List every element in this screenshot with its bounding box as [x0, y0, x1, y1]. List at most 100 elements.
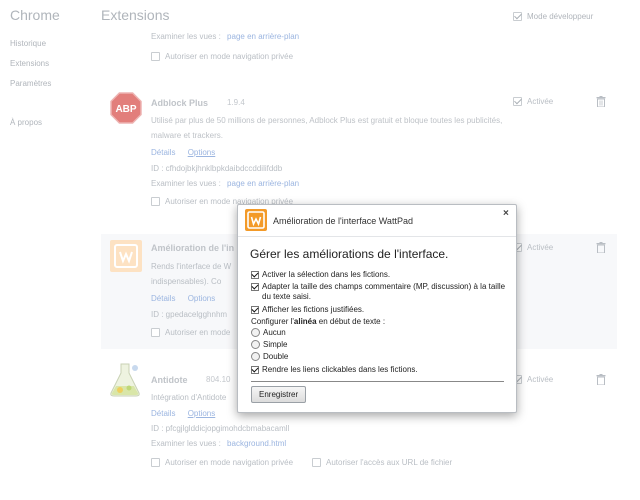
- adblock-logo-text: ABP: [115, 104, 136, 115]
- antidote-file-urls-row[interactable]: Autoriser l'accès aux URL de fichier: [312, 458, 452, 467]
- option-resize-checkbox[interactable]: [251, 283, 259, 291]
- option-label: Activer la sélection dans les fictions.: [262, 270, 391, 279]
- developer-mode-label: Mode développeur: [527, 12, 594, 21]
- wattpad-links: Détails Options: [151, 294, 215, 303]
- wattpad-incognito-checkbox[interactable]: [151, 328, 160, 337]
- radio-double-button[interactable]: [251, 352, 260, 361]
- developer-mode-toggle[interactable]: Mode développeur: [513, 12, 593, 21]
- incognito-label: Autoriser en mode navigation privée: [165, 52, 294, 61]
- wattpad-options-link[interactable]: Options: [188, 294, 216, 303]
- views-label: Examiner les vues :: [151, 32, 221, 41]
- incognito-label: Autoriser en mode: [165, 328, 231, 337]
- wattpad-w-icon: [114, 244, 138, 268]
- enabled-label: Activée: [527, 243, 554, 252]
- adblock-incognito-checkbox[interactable]: [151, 197, 160, 206]
- wattpad-w-icon: [247, 211, 265, 229]
- adblock-background-page-link[interactable]: page en arrière-plan: [227, 179, 299, 188]
- indent-label-bold: alinéa: [293, 317, 317, 326]
- antidote-options-link[interactable]: Options: [188, 409, 216, 418]
- antidote-incognito-checkbox[interactable]: [151, 458, 160, 467]
- adblock-views-row: Examiner les vues : page en arrière-plan: [151, 179, 299, 188]
- radio-label: Simple: [263, 340, 288, 349]
- background-page-link[interactable]: page en arrière-plan: [227, 32, 299, 41]
- page-title: Extensions: [101, 7, 170, 23]
- adblock-options-link[interactable]: Options: [188, 148, 216, 157]
- antidote-version: 804.10: [206, 375, 231, 384]
- option-label: Adapter la taille des champs commentaire…: [262, 282, 506, 301]
- dialog-title: Amélioration de l'interface WattPad: [273, 216, 413, 226]
- wattpad-description-1: Rends l'interface de W: [151, 262, 232, 271]
- antidote-flask-icon: [110, 363, 140, 397]
- antidote-id: ID : pfcgjlglddicjopgimohdcbmabacamll: [151, 424, 290, 433]
- antidote-incognito-row[interactable]: Autoriser en mode navigation privée: [151, 458, 293, 467]
- option-selection-checkbox[interactable]: [251, 271, 259, 279]
- antidote-background-link[interactable]: background.html: [227, 439, 286, 448]
- adblock-name: Adblock Plus: [151, 98, 209, 108]
- wattpad-description-2: indispensables). Co: [151, 277, 222, 286]
- incognito-label: Autoriser en mode navigation privée: [165, 458, 294, 467]
- top-views-row: Examiner les vues : page en arrière-plan: [151, 32, 299, 41]
- adblock-id: ID : cfhdojbkjhnklbpkdaibdccddilifddb: [151, 164, 283, 173]
- antidote-name: Antidote: [151, 375, 188, 385]
- option-clickable-links[interactable]: Rendre les liens clickables dans les fic…: [251, 365, 506, 375]
- radio-none-button[interactable]: [251, 328, 260, 337]
- trash-icon[interactable]: [596, 96, 606, 107]
- antidote-details-link[interactable]: Détails: [151, 409, 175, 418]
- radio-simple[interactable]: Simple: [251, 340, 506, 350]
- views-label: Examiner les vues :: [151, 179, 221, 188]
- incognito-checkbox[interactable]: [151, 52, 160, 61]
- nav-item-history[interactable]: Historique: [10, 39, 46, 48]
- radio-label: Double: [263, 352, 289, 361]
- adblock-enabled-toggle[interactable]: Activée: [513, 97, 553, 106]
- indent-label-post: en début de texte :: [316, 317, 386, 326]
- antidote-description: Intégration d'Antidote: [151, 393, 227, 402]
- dialog-heading: Gérer les améliorations de l'interface.: [250, 247, 449, 261]
- radio-double[interactable]: Double: [251, 352, 506, 362]
- antidote-links: Détails Options: [151, 409, 215, 418]
- wattpad-enabled-toggle[interactable]: Activée: [513, 243, 553, 252]
- trash-icon[interactable]: [596, 374, 606, 385]
- wattpad-details-link[interactable]: Détails: [151, 294, 175, 303]
- option-justified[interactable]: Afficher les fictions justifiées.: [251, 305, 506, 315]
- wattpad-id: ID : gpedacelgghnhm: [151, 310, 228, 319]
- trash-icon[interactable]: [596, 242, 606, 253]
- antidote-file-urls-checkbox[interactable]: [312, 458, 321, 467]
- adblock-details-link[interactable]: Détails: [151, 148, 175, 157]
- wattpad-name: Amélioration de l'in: [151, 243, 235, 253]
- radio-simple-button[interactable]: [251, 340, 260, 349]
- views-label: Examiner les vues :: [151, 439, 221, 448]
- adblock-description: Utilisé par plus de 50 millions de perso…: [151, 116, 503, 140]
- option-links-checkbox[interactable]: [251, 366, 259, 374]
- option-label: Rendre les liens clickables dans les fic…: [262, 365, 418, 374]
- nav-title: Chrome: [10, 7, 60, 23]
- top-incognito-row[interactable]: Autoriser en mode navigation privée: [151, 52, 293, 61]
- antidote-views-row: Examiner les vues : background.html: [151, 439, 286, 448]
- nav-item-settings[interactable]: Paramètres: [10, 79, 51, 88]
- close-icon[interactable]: ×: [503, 208, 509, 219]
- nav-item-extensions[interactable]: Extensions: [10, 59, 49, 68]
- enabled-label: Activée: [527, 97, 554, 106]
- indent-config-label: Configurer l'alinéa en début de texte :: [251, 317, 506, 327]
- radio-label: Aucun: [263, 328, 286, 337]
- nav-item-about[interactable]: À propos: [10, 118, 42, 127]
- option-selection[interactable]: Activer la sélection dans les fictions.: [251, 270, 506, 280]
- adblock-version: 1.9.4: [227, 98, 245, 107]
- wattpad-icon: [245, 209, 267, 231]
- wattpad-logo: [110, 240, 142, 272]
- wattpad-incognito-row[interactable]: Autoriser en mode: [151, 328, 230, 337]
- adblock-enabled-checkbox[interactable]: [513, 97, 522, 106]
- radio-none[interactable]: Aucun: [251, 328, 506, 338]
- option-justified-checkbox[interactable]: [251, 306, 259, 314]
- option-label: Afficher les fictions justifiées.: [262, 305, 365, 314]
- antidote-enabled-toggle[interactable]: Activée: [513, 375, 553, 384]
- adblock-plus-logo: ABP: [110, 92, 142, 124]
- file-urls-label: Autoriser l'accès aux URL de fichier: [326, 458, 453, 467]
- option-resize-comments[interactable]: Adapter la taille des champs commentaire…: [251, 282, 506, 302]
- save-button[interactable]: Enregistrer: [251, 386, 307, 403]
- developer-mode-checkbox[interactable]: [513, 12, 522, 21]
- wattpad-options-dialog: Amélioration de l'interface WattPad × Gé…: [237, 204, 517, 413]
- dialog-separator: [251, 381, 504, 382]
- indent-label: Configurer l'alinéa en début de texte :: [251, 317, 385, 327]
- dialog-divider: [238, 236, 516, 237]
- enabled-label: Activée: [527, 375, 554, 384]
